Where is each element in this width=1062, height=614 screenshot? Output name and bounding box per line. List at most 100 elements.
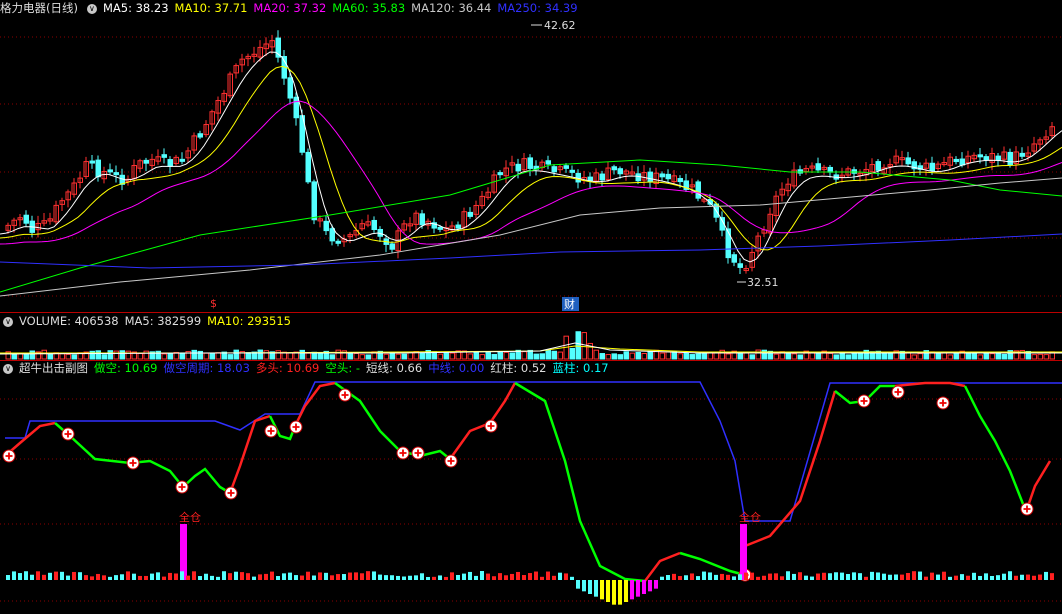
histogram-bar	[144, 575, 148, 580]
price-panel[interactable]: 格力电器(日线) ∨ MA5: 38.23 MA10: 37.71 MA20: 37…	[0, 0, 1062, 312]
histogram-bar	[390, 575, 394, 580]
volume-bar	[233, 349, 239, 360]
histogram-bar	[546, 571, 550, 580]
volume-bar	[23, 353, 29, 360]
histogram-bar	[588, 580, 592, 594]
price-chart[interactable]: 42.62 32.51 $ 财	[0, 0, 1062, 312]
volume-bar	[71, 354, 77, 360]
histogram-bar	[294, 575, 298, 580]
histogram-bar	[852, 572, 856, 580]
volume-chart[interactable]	[0, 313, 1062, 360]
histogram-bar	[810, 576, 814, 580]
histogram-bar	[624, 580, 628, 602]
candle-body	[197, 133, 203, 138]
candle-body	[959, 158, 965, 166]
histogram-bar	[462, 573, 466, 580]
candle-body	[311, 181, 317, 221]
candle-body	[827, 166, 833, 173]
volume-bar	[179, 352, 185, 360]
volume-bar	[659, 352, 665, 360]
histogram-bar	[378, 574, 382, 580]
candle-body	[563, 165, 569, 169]
volume-bar	[521, 351, 527, 360]
volume-bar	[1037, 353, 1043, 360]
volume-bar	[575, 331, 581, 360]
volume-bar	[593, 349, 599, 360]
volume-panel[interactable]: ∨ VOLUME: 406538 MA5: 382599 MA10: 293515	[0, 313, 1062, 360]
histogram-bar	[396, 575, 400, 580]
volume-bar	[449, 352, 455, 360]
histogram-bar	[630, 580, 634, 600]
histogram-bar	[984, 573, 988, 580]
histogram-bar	[666, 575, 670, 580]
bear-line	[54, 422, 231, 495]
histogram-bar	[72, 571, 76, 580]
volume-bar	[347, 352, 353, 360]
histogram-bar	[678, 576, 682, 580]
histogram-bar	[756, 576, 760, 580]
histogram-bar	[714, 574, 718, 580]
histogram-bar	[120, 574, 124, 580]
histogram-bar	[648, 580, 652, 592]
candle-body	[851, 169, 857, 174]
candle-body	[329, 228, 335, 242]
bull-line	[448, 382, 517, 460]
histogram-bar	[114, 575, 118, 580]
histogram-bar	[558, 572, 562, 580]
volume-bar	[47, 353, 53, 360]
histogram-bar	[1038, 574, 1042, 580]
histogram-bar	[288, 572, 292, 580]
histogram-bar	[594, 580, 598, 597]
histogram-bar	[834, 572, 838, 580]
histogram-bar	[972, 572, 976, 580]
histogram-bar	[528, 573, 532, 580]
volume-bar	[605, 354, 611, 360]
candle-body	[995, 155, 1001, 161]
full-position-bar	[740, 524, 747, 580]
histogram-bar	[138, 575, 142, 580]
histogram-bar	[360, 573, 364, 580]
histogram-bar	[750, 572, 754, 580]
volume-bar	[395, 353, 401, 360]
volume-bar	[827, 352, 833, 360]
volume-bar	[497, 351, 503, 360]
histogram-bar	[744, 572, 748, 580]
histogram-bar	[408, 575, 412, 580]
histogram-bar	[504, 575, 508, 580]
volume-bar	[581, 332, 587, 360]
histogram-bar	[246, 573, 250, 580]
volume-bar	[17, 353, 23, 360]
volume-bar	[29, 350, 35, 360]
histogram-bar	[1044, 571, 1048, 580]
histogram-bar	[54, 571, 58, 580]
indicator-chart[interactable]: 全仓 全仓	[0, 361, 1062, 614]
histogram-bar	[690, 573, 694, 580]
volume-bar	[359, 354, 365, 360]
candle-body	[143, 159, 149, 164]
histogram-bar	[906, 572, 910, 580]
volume-bar	[65, 353, 71, 360]
bull-line	[293, 381, 336, 427]
volume-bar	[335, 349, 341, 360]
histogram-bar	[420, 573, 424, 580]
volume-bar	[557, 351, 563, 360]
volume-bar	[353, 352, 359, 360]
histogram-bar	[858, 573, 862, 580]
histogram-bar	[798, 572, 802, 580]
histogram-bar	[948, 576, 952, 580]
candle-body	[515, 163, 521, 172]
low-price-label: 32.51	[747, 276, 779, 289]
histogram-bar	[372, 571, 376, 580]
histogram-bar	[510, 573, 514, 580]
volume-bar	[287, 352, 293, 360]
volume-bar	[317, 353, 323, 360]
histogram-bar	[990, 575, 994, 580]
indicator-panel[interactable]: ∨ 超牛出击副图 做空: 10.69 做空周期: 18.03 多头: 10.69 空头:…	[0, 361, 1062, 614]
histogram-bar	[432, 576, 436, 580]
volume-bar	[551, 350, 557, 360]
volume-bar	[545, 349, 551, 360]
volume-bar	[683, 352, 689, 360]
candle-body	[647, 171, 653, 183]
histogram-bar	[894, 574, 898, 580]
histogram-bar	[804, 575, 808, 580]
